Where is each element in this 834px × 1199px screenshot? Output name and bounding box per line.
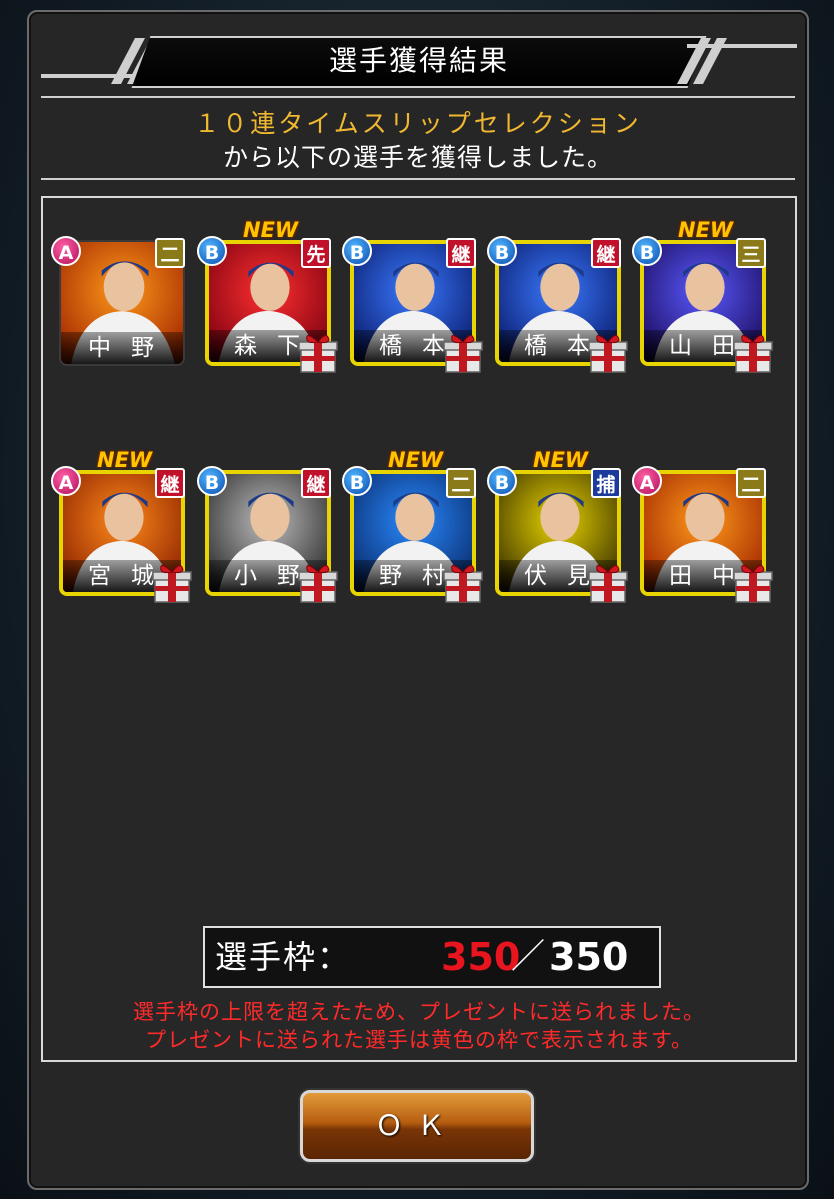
roster-capacity: 選手枠： 350 ／ 350 <box>203 926 661 988</box>
player-card[interactable]: 山田 B 三 NEW <box>632 218 773 373</box>
rank-badge: B <box>197 466 227 496</box>
gift-icon <box>152 565 192 603</box>
player-card[interactable]: 宮城 A 継 NEW <box>51 448 192 603</box>
warning-line-2: プレゼントに送られた選手は黄色の枠で表示されます。 <box>145 1028 693 1052</box>
position-badge: 二 <box>155 238 185 268</box>
position-badge: 捕 <box>591 468 621 498</box>
player-card[interactable]: 小野 B 継 <box>197 466 338 603</box>
rank-badge: B <box>342 466 372 496</box>
ok-button-label: ＯＫ <box>374 1109 459 1142</box>
result-dialog: 選手獲得結果 １０連タイムスリップセレクション から以下の選手を獲得しました。 … <box>27 10 809 1190</box>
gift-icon <box>298 335 338 373</box>
gift-icon <box>298 565 338 603</box>
rank-badge: B <box>197 236 227 266</box>
rank-badge: A <box>51 466 81 496</box>
roster-separator: ／ <box>511 937 545 977</box>
position-badge: 継 <box>446 238 476 268</box>
gacha-name: １０連タイムスリップセレクション <box>194 109 642 138</box>
rank-badge: B <box>487 236 517 266</box>
rank-badge: B <box>632 236 662 266</box>
rank-badge: A <box>51 236 81 266</box>
player-card[interactable]: 伏見 B 捕 NEW <box>487 448 628 603</box>
player-card[interactable]: 野村 B 二 NEW <box>342 448 483 603</box>
player-list-panel: 中野 A 二 森下 B 先 NEW 橋本 B 継 橋本 B 継 山田 B 三 N… <box>41 196 797 1062</box>
new-badge: NEW <box>678 218 734 242</box>
position-badge: 継 <box>591 238 621 268</box>
player-card[interactable]: 田中 A 二 <box>632 466 773 603</box>
result-message: から以下の選手を獲得しました。 <box>222 143 613 172</box>
position-badge: 先 <box>301 238 331 268</box>
roster-max-count: 350 <box>549 935 629 979</box>
ok-button[interactable]: ＯＫ <box>300 1090 534 1162</box>
dialog-title: 選手獲得結果 <box>328 44 509 77</box>
position-badge: 継 <box>155 468 185 498</box>
title-bar: 選手獲得結果 <box>41 36 797 88</box>
divider-top <box>41 96 795 98</box>
gift-icon <box>588 565 628 603</box>
gift-icon <box>733 335 773 373</box>
position-badge: 継 <box>301 468 331 498</box>
player-card[interactable]: 森下 B 先 NEW <box>197 218 338 373</box>
warning-line-1: 選手枠の上限を超えたため、プレゼントに送られました。 <box>133 1000 705 1024</box>
gift-icon <box>443 565 483 603</box>
roster-current-count: 350 <box>441 935 521 979</box>
position-badge: 三 <box>736 238 766 268</box>
roster-capacity-label: 選手枠： <box>215 938 352 976</box>
player-card[interactable]: 中野 A 二 <box>51 236 191 372</box>
rank-badge: B <box>342 236 372 266</box>
new-badge: NEW <box>243 218 299 242</box>
gift-icon <box>733 565 773 603</box>
new-badge: NEW <box>97 448 153 472</box>
divider-bottom <box>41 178 795 180</box>
rank-badge: A <box>632 466 662 496</box>
player-name: 中野 <box>61 332 183 364</box>
position-badge: 二 <box>736 468 766 498</box>
gift-icon <box>588 335 628 373</box>
position-badge: 二 <box>446 468 476 498</box>
player-card[interactable]: 橋本 B 継 <box>487 236 628 373</box>
player-card[interactable]: 橋本 B 継 <box>342 236 483 373</box>
rank-badge: B <box>487 466 517 496</box>
gift-icon <box>443 335 483 373</box>
new-badge: NEW <box>533 448 589 472</box>
new-badge: NEW <box>388 448 444 472</box>
